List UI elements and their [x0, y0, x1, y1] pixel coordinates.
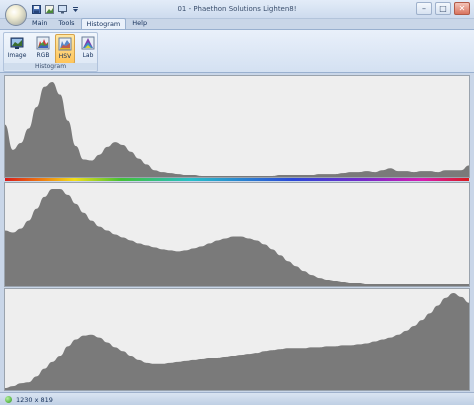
- close-icon[interactable]: ✕: [454, 2, 470, 15]
- tab-tools[interactable]: Tools: [54, 18, 80, 29]
- histogram-group-label: Histogram: [4, 63, 97, 70]
- rgb-histogram-label: RGB: [36, 52, 50, 59]
- hue-histogram-panel: [4, 75, 470, 178]
- tab-help[interactable]: Help: [127, 18, 152, 29]
- lab-histogram-label: Lab: [82, 52, 94, 59]
- lab-histogram-icon: [81, 36, 95, 50]
- maximize-icon[interactable]: □: [435, 2, 451, 15]
- value-histogram-chart: [5, 293, 469, 390]
- status-indicator-icon: [5, 396, 12, 403]
- window-title: 01 - Phaethon Solutions Lighten8!: [177, 5, 297, 13]
- title-bar: 01 - Phaethon Solutions Lighten8! – □ ✕: [0, 0, 474, 19]
- histogram-group: Image RGB HSV Lab Histogram: [3, 32, 98, 72]
- rgb-histogram-icon: [36, 36, 50, 50]
- hsv-histogram-icon: [58, 37, 72, 51]
- tab-main[interactable]: Main: [27, 18, 53, 29]
- lab-histogram-button[interactable]: Lab: [78, 34, 98, 64]
- ribbon: Image RGB HSV Lab Histogram: [0, 29, 474, 73]
- hue-spectrum-bar: [5, 178, 469, 181]
- rgb-histogram-button[interactable]: RGB: [33, 34, 53, 64]
- ribbon-tabs: Main Tools Histogram Help: [27, 18, 152, 29]
- value-histogram-panel: [4, 288, 470, 391]
- saturation-histogram-area: [5, 188, 469, 286]
- app-menu-orb[interactable]: [5, 4, 27, 26]
- hue-histogram-chart: [5, 81, 469, 177]
- saturation-histogram-panel: [4, 182, 470, 287]
- tab-histogram[interactable]: Histogram: [80, 18, 127, 29]
- window-controls: – □ ✕: [416, 2, 470, 15]
- minimize-icon[interactable]: –: [416, 2, 432, 15]
- saturation-histogram-chart: [5, 188, 469, 286]
- image-dimensions: 1230 x 819: [16, 396, 53, 404]
- image-histogram-icon: [10, 37, 24, 49]
- image-histogram-label: Image: [7, 52, 27, 59]
- value-histogram-area: [5, 293, 469, 390]
- hue-histogram-area: [5, 81, 469, 177]
- image-histogram-button[interactable]: Image: [7, 34, 27, 64]
- status-bar: 1230 x 819: [0, 392, 474, 405]
- hsv-histogram-label: HSV: [58, 53, 72, 60]
- hsv-histogram-button[interactable]: HSV: [55, 34, 75, 64]
